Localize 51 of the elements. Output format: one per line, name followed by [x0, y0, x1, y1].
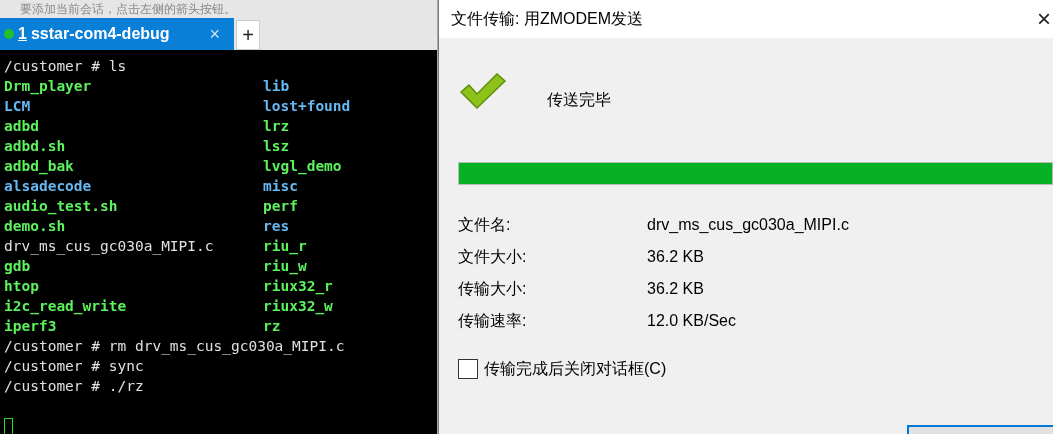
field-label: 传输速率:	[458, 311, 528, 331]
field-value: 36.2 KB	[647, 279, 704, 299]
file-name: riux32_w	[263, 298, 333, 314]
file-name: i2c_read_write	[4, 298, 127, 314]
terminal-line: /customer # sync	[4, 357, 144, 376]
file-name: LCM	[4, 98, 31, 114]
new-tab-button[interactable]: +	[236, 20, 260, 50]
file-name: lost+found	[263, 98, 351, 114]
tab-label: sstar-com4-debug	[30, 24, 171, 44]
terminal-line: /customer # ./rz	[4, 377, 144, 396]
tab-number: 1	[18, 24, 27, 44]
hint-text: 要添加当前会话，点击左侧的箭头按钮。	[19, 1, 237, 18]
file-name: rz	[263, 318, 281, 334]
field-label: 文件大小:	[458, 247, 528, 267]
close-after-transfer-checkbox[interactable]: 传输完成后关闭对话框(C)	[458, 357, 667, 381]
file-name: perf	[263, 198, 298, 214]
terminal-cursor	[4, 418, 13, 434]
checkmark-icon	[459, 72, 507, 112]
file-name: audio_test.sh	[4, 198, 118, 214]
file-name: iperf3	[4, 318, 57, 334]
file-name: htop	[4, 278, 39, 294]
session-tab[interactable]: 1 sstar-com4-debug ×	[0, 18, 234, 50]
close-button[interactable]: ×	[1037, 7, 1051, 31]
file-name: gdb	[4, 258, 31, 274]
file-name: lrz	[263, 118, 290, 134]
file-name: lib	[263, 78, 290, 94]
field-value: 12.0 KB/Sec	[647, 311, 736, 331]
file-name: misc	[263, 178, 298, 194]
file-name: res	[263, 218, 290, 234]
file-name: riux32_r	[263, 278, 333, 294]
field-label: 传输大小:	[458, 279, 528, 299]
field-label: 文件名:	[458, 215, 512, 235]
file-name: riu_r	[263, 238, 307, 254]
file-name: Drm_player	[4, 78, 92, 94]
file-name: demo.sh	[4, 218, 66, 234]
dialog-title: 文件传输: 用ZMODEM发送	[451, 9, 643, 29]
file-name: adbd.sh	[4, 138, 66, 154]
file-name: lvgl_demo	[263, 158, 342, 174]
terminal-line: /customer # ls	[4, 57, 127, 76]
file-name: adbd	[4, 118, 39, 134]
field-value: drv_ms_cus_gc030a_MIPI.c	[647, 215, 849, 235]
field-value: 36.2 KB	[647, 247, 704, 267]
file-name: lsz	[263, 138, 290, 154]
file-name: drv_ms_cus_gc030a_MIPI.c	[4, 238, 214, 254]
checkbox[interactable]	[458, 359, 478, 379]
file-name: adbd_bak	[4, 158, 74, 174]
dialog-button[interactable]	[907, 425, 1053, 434]
terminal-line: /customer # rm drv_ms_cus_gc030a_MIPI.c	[4, 337, 345, 356]
file-name: alsadecode	[4, 178, 92, 194]
file-name: riu_w	[263, 258, 307, 274]
status-text: 传送完毕	[547, 90, 611, 110]
